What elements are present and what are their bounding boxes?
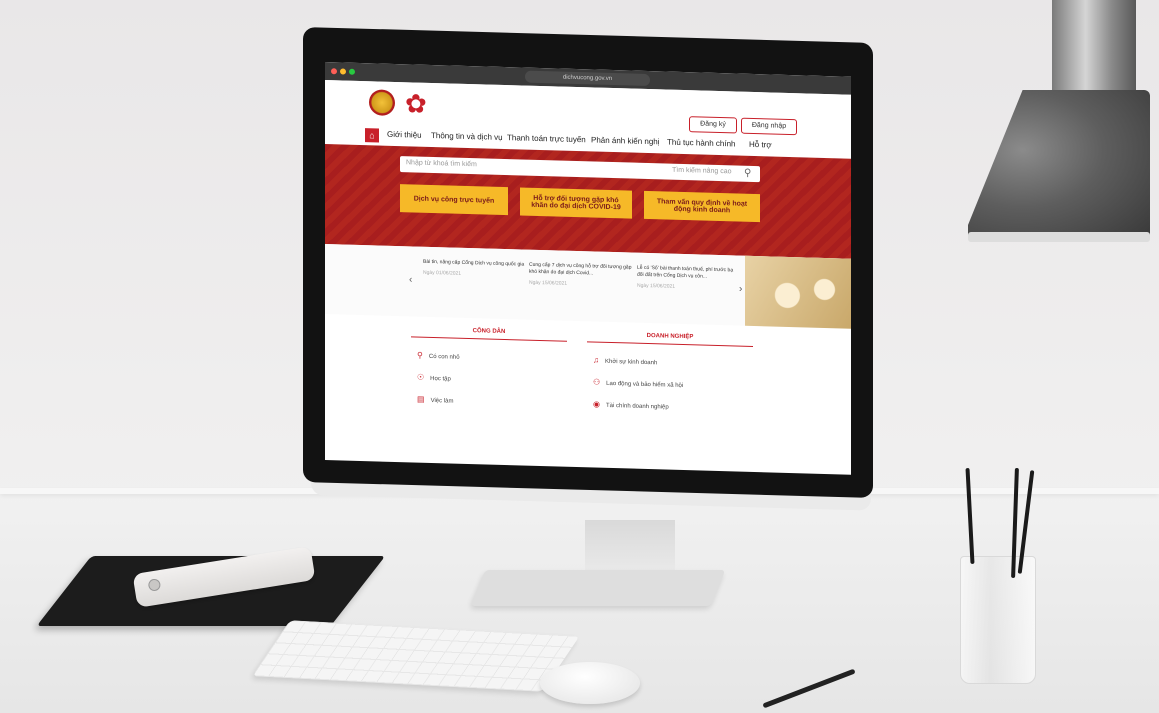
news-item[interactable]: Lễ có 'Số' bài thanh toán thuế, phí trướ… xyxy=(637,265,737,293)
monitor-foot xyxy=(470,570,726,606)
news-title: Cung cấp 7 dịch vụ công hỗ trợ đối tượng… xyxy=(529,261,632,277)
citizen-item[interactable]: ⚲ Có con nhỏ xyxy=(417,351,460,361)
mouse xyxy=(540,662,640,704)
site-logo-text xyxy=(433,95,503,113)
business-section-title[interactable]: DOANH NGHIỆP xyxy=(587,331,753,347)
citizen-item[interactable]: ▤ Việc làm xyxy=(417,395,453,405)
news-item[interactable]: Bài tin, nâng cấp Cổng Dịch vụ công quốc… xyxy=(423,259,533,280)
news-title: Lễ có 'Số' bài thanh toán thuế, phí trướ… xyxy=(637,264,734,280)
national-emblem-icon xyxy=(369,89,395,116)
lamp-shade xyxy=(968,90,1150,240)
hero-banner: Nhập từ khoá tìm kiếm Tìm kiếm nâng cao … xyxy=(325,144,851,259)
citizen-item-label: Việc làm xyxy=(430,397,454,405)
news-date: Ngày 01/06/2021 xyxy=(423,269,462,277)
education-icon: ☉ xyxy=(417,372,425,382)
business-item-label: Tài chính doanh nghiệp xyxy=(605,402,669,411)
login-button[interactable]: Đăng nhập xyxy=(741,117,797,136)
news-date: Ngày 15/06/2021 xyxy=(637,282,676,290)
citizen-item-label: Có con nhỏ xyxy=(428,353,460,361)
business-item[interactable]: ⚇ Lao động và bảo hiểm xã hội xyxy=(593,377,683,389)
nav-item-phan-anh[interactable]: Phản ánh kiến nghị xyxy=(591,135,660,146)
register-button[interactable]: Đăng ký xyxy=(689,116,737,134)
news-title: Bài tin, nâng cấp Cổng Dịch vụ công quốc… xyxy=(423,258,525,268)
citizen-item[interactable]: ☉ Học tập xyxy=(417,373,451,383)
zoom-window-icon[interactable] xyxy=(349,68,355,75)
citizen-section-title[interactable]: CÔNG DÂN xyxy=(411,326,567,342)
close-window-icon[interactable] xyxy=(331,68,337,75)
pencil-cup xyxy=(960,556,1036,684)
lotus-illustration xyxy=(745,255,851,329)
chevron-left-icon[interactable]: ‹ xyxy=(409,274,412,285)
business-item[interactable]: ◉ Tài chính doanh nghiệp xyxy=(593,399,669,410)
star-logo-icon[interactable]: ✿ xyxy=(405,88,427,119)
search-input[interactable]: Nhập từ khoá tìm kiếm xyxy=(406,159,477,168)
monitor-screen: dichvucong.gov.vn ✿ Đăng ký Đăng nhập ⌂ … xyxy=(325,62,851,475)
briefcase-icon: ▤ xyxy=(417,394,425,404)
lamp-arm xyxy=(1052,0,1136,96)
citizen-item-label: Học tập xyxy=(430,375,451,383)
business-consultation-button[interactable]: Tham vấn quy định về hoạt động kinh doan… xyxy=(644,190,760,223)
nav-item-ho-tro[interactable]: Hỗ trợ xyxy=(749,140,772,150)
news-date: Ngày 15/06/2021 xyxy=(529,279,568,287)
covid-support-button[interactable]: Hỗ trợ đối tượng gặp khó khăn do đại dịc… xyxy=(520,187,632,219)
labor-icon: ⚇ xyxy=(593,377,601,387)
business-item[interactable]: ♫ Khởi sự kinh doanh xyxy=(593,355,657,366)
search-icon[interactable]: ⚲ xyxy=(744,168,751,179)
news-item[interactable]: Cung cấp 7 dịch vụ công hỗ trợ đối tượng… xyxy=(529,262,639,290)
finance-icon: ◉ xyxy=(593,399,600,409)
lamp-rim xyxy=(968,232,1150,242)
business-item-label: Lao động và bảo hiểm xã hội xyxy=(606,380,684,390)
business-item-label: Khởi sự kinh doanh xyxy=(605,358,658,367)
nav-item-thu-tuc[interactable]: Thủ tục hành chính xyxy=(667,138,736,149)
startup-icon: ♫ xyxy=(593,355,599,365)
search-box[interactable]: Nhập từ khoá tìm kiếm Tìm kiếm nâng cao … xyxy=(400,156,760,183)
news-carousel: ‹ Bài tin, nâng cấp Cổng Dịch vụ công qu… xyxy=(325,244,851,329)
nav-item-gioi-thieu[interactable]: Giới thiệu xyxy=(387,130,422,140)
minimize-window-icon[interactable] xyxy=(340,68,346,75)
advanced-search-link[interactable]: Tìm kiếm nâng cao xyxy=(672,167,732,176)
child-icon: ⚲ xyxy=(417,350,423,360)
online-service-button[interactable]: Dịch vụ công trực tuyến xyxy=(400,184,508,216)
chevron-right-icon[interactable]: › xyxy=(739,284,742,295)
camera-icon xyxy=(147,578,162,592)
address-bar[interactable]: dichvucong.gov.vn xyxy=(525,70,650,87)
nav-item-thong-tin[interactable]: Thông tin và dịch vụ xyxy=(431,131,503,142)
home-icon[interactable]: ⌂ xyxy=(365,128,379,143)
nav-item-thanh-toan[interactable]: Thanh toán trực tuyến xyxy=(507,133,586,144)
